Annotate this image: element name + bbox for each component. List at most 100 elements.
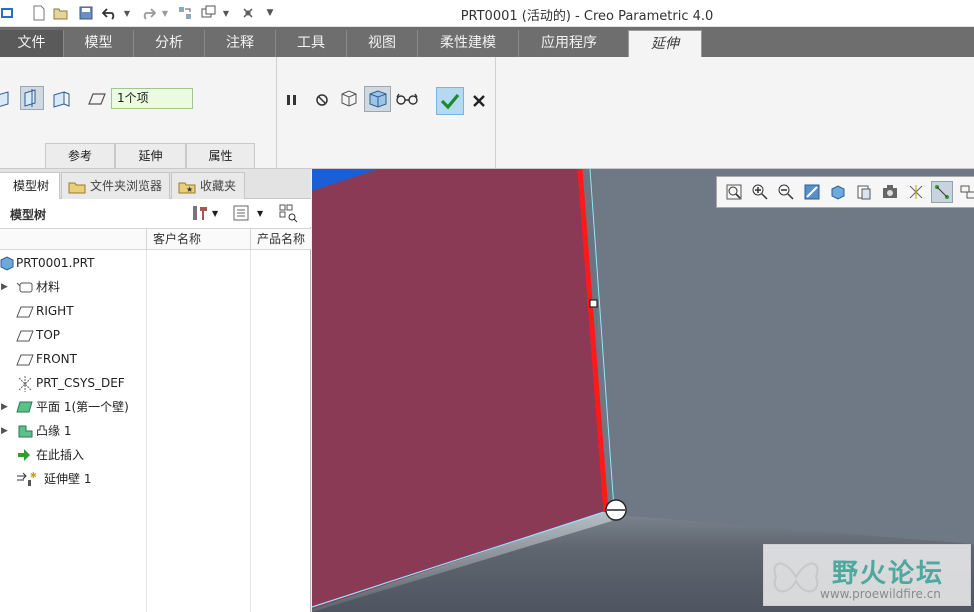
annotation-display-icon[interactable] bbox=[957, 181, 974, 203]
tree-item-csys[interactable]: PRT_CSYS_DEF bbox=[0, 371, 146, 395]
graphics-toolbar bbox=[716, 176, 974, 208]
butterfly-logo-icon bbox=[773, 562, 819, 593]
glasses-preview-icon[interactable] bbox=[395, 87, 419, 111]
ribbon-tab-bar: 文件 模型 分析 注释 工具 视图 柔性建模 应用程序 延伸 bbox=[0, 27, 974, 57]
svg-text:★: ★ bbox=[186, 185, 193, 194]
navigator-panel: 模型树 文件夹浏览器 ★ 收藏夹 模型树 ▼ ▼ 客户名称 产品名称 PRT00… bbox=[0, 169, 311, 612]
tree-item-part[interactable]: PRT0001.PRT bbox=[0, 251, 146, 275]
tree-item-insert-here[interactable]: 在此插入 bbox=[0, 443, 146, 467]
subtab-properties[interactable]: 属性 bbox=[186, 143, 255, 168]
tree-item-planar-wall[interactable]: ▶ 平面 1(第一个壁) bbox=[0, 395, 146, 419]
ok-button[interactable] bbox=[436, 87, 464, 115]
tree-item-label: 延伸壁 1 bbox=[44, 472, 92, 486]
column-customer-name[interactable]: 客户名称 bbox=[146, 229, 250, 250]
tree-item-label: 在此插入 bbox=[36, 448, 85, 462]
tree-item-flange[interactable]: ▶ 凸缘 1 bbox=[0, 419, 146, 443]
watermark-name: 野火论坛 bbox=[832, 559, 945, 589]
tab-model[interactable]: 模型 bbox=[63, 30, 133, 57]
refit-icon[interactable] bbox=[723, 181, 745, 203]
tab-extend[interactable]: 延伸 bbox=[628, 30, 702, 57]
tree-item-label: 平面 1(第一个壁) bbox=[36, 400, 129, 414]
model-tree-title: 模型树 bbox=[10, 208, 47, 222]
column-divider bbox=[250, 250, 251, 612]
zoom-in-icon[interactable] bbox=[749, 181, 771, 203]
extend-tangent-icon[interactable] bbox=[49, 87, 73, 111]
tree-item-label: PRT0001.PRT bbox=[16, 256, 95, 270]
coordinate-system-icon bbox=[16, 375, 32, 392]
part-icon bbox=[0, 255, 14, 271]
tree-item-extend-wall[interactable]: ✱ 延伸壁 1 bbox=[0, 467, 146, 491]
tab-folder-browser[interactable]: 文件夹浏览器 bbox=[61, 172, 170, 199]
tree-item-right-plane[interactable]: RIGHT bbox=[0, 299, 146, 323]
tree-item-label: PRT_CSYS_DEF bbox=[36, 376, 125, 390]
tree-item-top-plane[interactable]: TOP bbox=[0, 323, 146, 347]
subtab-references[interactable]: 参考 bbox=[45, 143, 115, 168]
tree-item-label: 材料 bbox=[36, 280, 61, 294]
model-tree-toolbar: 模型树 ▼ ▼ bbox=[0, 199, 311, 227]
pause-icon[interactable] bbox=[280, 88, 304, 112]
watermark-url: www.proewildfire.cn bbox=[820, 587, 941, 601]
checkmark-icon bbox=[440, 93, 460, 110]
insert-arrow-icon bbox=[16, 447, 32, 463]
tab-favorites[interactable]: ★ 收藏夹 bbox=[171, 172, 245, 199]
view-manager-icon[interactable] bbox=[879, 181, 901, 203]
datum-plane-icon bbox=[16, 303, 34, 319]
folder-icon bbox=[68, 178, 86, 194]
subtab-extend[interactable]: 延伸 bbox=[115, 143, 186, 168]
tree-item-material[interactable]: ▶ 材料 bbox=[0, 275, 146, 299]
expand-arrow-icon[interactable]: ▶ bbox=[1, 395, 9, 419]
datum-plane-icon bbox=[16, 351, 34, 367]
drag-handle-square[interactable] bbox=[589, 299, 598, 308]
tab-flexible-modeling[interactable]: 柔性建模 bbox=[417, 30, 518, 57]
title-bar: ▼ ▼ ▼ ▼ PRT0001 (活动的) - Creo Parametric … bbox=[0, 0, 974, 27]
column-product-name[interactable]: 产品名称 bbox=[250, 229, 311, 250]
tab-annotate[interactable]: 注释 bbox=[204, 30, 275, 57]
favorites-folder-icon: ★ bbox=[178, 178, 196, 194]
extend-wall-icon: ✱ bbox=[16, 471, 37, 487]
attached-preview-icon[interactable] bbox=[337, 87, 361, 111]
tree-item-label: 凸缘 1 bbox=[36, 424, 72, 438]
side-wall-face[interactable] bbox=[592, 169, 974, 549]
svg-text:✱: ✱ bbox=[30, 471, 36, 480]
tree-settings-dropdown-icon[interactable]: ▼ bbox=[257, 203, 263, 223]
flange-icon bbox=[16, 423, 33, 439]
repaint-icon[interactable] bbox=[801, 181, 823, 203]
display-style-icon[interactable] bbox=[827, 181, 849, 203]
graphics-window[interactable]: 野火论坛 www.proewildfire.cn bbox=[312, 169, 974, 612]
datum-display-icon[interactable] bbox=[905, 181, 927, 203]
window-title: PRT0001 (活动的) - Creo Parametric 4.0 bbox=[460, 9, 714, 24]
tree-settings-icon[interactable] bbox=[232, 203, 250, 223]
material-icon bbox=[16, 279, 33, 295]
column-divider bbox=[146, 250, 147, 612]
plane-reference-icon bbox=[85, 87, 109, 111]
tree-tools-icon[interactable] bbox=[190, 203, 210, 223]
expand-arrow-icon[interactable]: ▶ bbox=[1, 275, 9, 299]
tab-file[interactable]: 文件 bbox=[0, 30, 63, 57]
tab-model-tree-label: 模型树 bbox=[13, 179, 50, 193]
tree-item-front-plane[interactable]: FRONT bbox=[0, 347, 146, 371]
extend-to-plane-icon[interactable] bbox=[20, 86, 44, 110]
tree-filter-icon[interactable] bbox=[278, 203, 298, 223]
tab-favorites-label: 收藏夹 bbox=[200, 179, 237, 193]
tab-analysis[interactable]: 分析 bbox=[133, 30, 204, 57]
spin-center-icon[interactable] bbox=[931, 181, 953, 203]
tab-tools[interactable]: 工具 bbox=[275, 30, 346, 57]
zoom-out-icon[interactable] bbox=[775, 181, 797, 203]
ribbon-divider bbox=[495, 57, 496, 168]
extend-along-edge-icon[interactable] bbox=[0, 87, 18, 111]
tree-item-label: TOP bbox=[36, 328, 61, 342]
expand-arrow-icon[interactable]: ▶ bbox=[1, 419, 9, 443]
plane-reference-collector[interactable]: 1个项 bbox=[111, 88, 193, 109]
saved-orientations-icon[interactable] bbox=[853, 181, 875, 203]
close-icon bbox=[473, 95, 485, 107]
datum-plane-icon bbox=[16, 327, 34, 343]
tree-tools-dropdown-icon[interactable]: ▼ bbox=[212, 203, 218, 223]
tree-column-headers: 客户名称 产品名称 bbox=[0, 228, 311, 250]
planar-wall-icon bbox=[16, 399, 33, 415]
tab-applications[interactable]: 应用程序 bbox=[518, 30, 619, 57]
tab-model-tree[interactable]: 模型树 bbox=[0, 172, 60, 199]
cancel-button[interactable] bbox=[468, 89, 490, 113]
tab-view[interactable]: 视图 bbox=[346, 30, 417, 57]
verify-mode-icon[interactable] bbox=[364, 86, 391, 112]
no-preview-icon[interactable] bbox=[310, 88, 334, 112]
